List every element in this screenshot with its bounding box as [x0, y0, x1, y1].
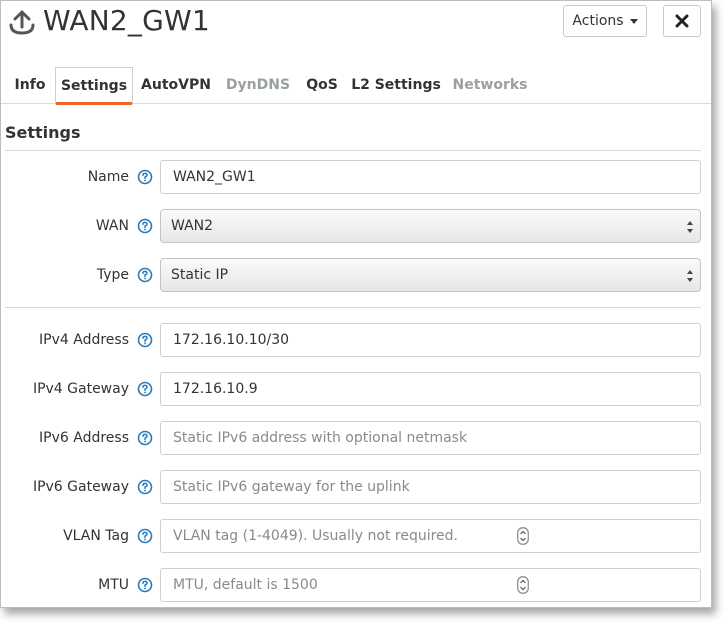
help-circle-icon[interactable] [137, 218, 153, 234]
wan-select-value: WAN2 [171, 218, 214, 234]
form-row-type: Type Static IP [1, 258, 711, 292]
select-arrows-icon [687, 270, 693, 282]
form-row-ipv4-gateway: IPv4 Gateway [1, 372, 711, 406]
help-circle-icon[interactable] [137, 332, 153, 348]
help-circle-icon[interactable] [137, 528, 153, 544]
tab-l2-settings[interactable]: L2 Settings [351, 67, 441, 103]
help-circle-icon[interactable] [137, 479, 153, 495]
tab-label: Info [14, 77, 46, 93]
form-row-wan: WAN WAN2 [1, 209, 711, 243]
close-icon [675, 14, 689, 28]
name-input[interactable] [160, 160, 701, 194]
caret-down-icon [629, 18, 638, 24]
tab-label: AutoVPN [141, 77, 211, 93]
ipv6-address-input[interactable] [160, 421, 701, 455]
form-row-ipv6-gateway: IPv6 Gateway [1, 470, 711, 504]
ipv4-gateway-label: IPv4 Gateway [32, 381, 129, 397]
header: WAN2_GW1 Actions [1, 1, 711, 45]
actions-button-label: Actions [572, 13, 624, 29]
tab-settings[interactable]: Settings [55, 67, 133, 105]
form-row-ipv4-address: IPv4 Address [1, 323, 711, 357]
form-divider [5, 307, 701, 308]
mtu-input[interactable] [160, 568, 701, 602]
tab-label: QoS [306, 77, 338, 93]
tab-bar: Info Settings AutoVPN DynDNS QoS L2 Sett… [1, 63, 711, 105]
vlan-tag-input[interactable] [160, 519, 701, 553]
tab-info[interactable]: Info [9, 67, 51, 103]
spinner-arrows-icon[interactable] [517, 576, 529, 594]
mtu-label: MTU [98, 577, 129, 593]
tab-autovpn[interactable]: AutoVPN [139, 67, 213, 103]
ipv6-address-label: IPv6 Address [39, 430, 129, 446]
type-select-value: Static IP [171, 267, 229, 283]
select-arrows-icon [687, 221, 693, 233]
help-circle-icon[interactable] [137, 169, 153, 185]
ipv4-gateway-input[interactable] [160, 372, 701, 406]
help-circle-icon[interactable] [137, 430, 153, 446]
ipv4-address-input[interactable] [160, 323, 701, 357]
section-title: Settings [5, 123, 81, 142]
ipv6-gateway-input[interactable] [160, 470, 701, 504]
help-circle-icon[interactable] [137, 267, 153, 283]
type-select[interactable]: Static IP [160, 258, 701, 292]
form-row-vlan-tag: VLAN Tag [1, 519, 711, 553]
wan-select[interactable]: WAN2 [160, 209, 701, 243]
close-button[interactable] [663, 5, 701, 37]
help-circle-icon[interactable] [137, 577, 153, 593]
actions-button[interactable]: Actions [563, 5, 647, 37]
uplink-panel: WAN2_GW1 Actions Info Settings AutoVPN D… [0, 0, 712, 608]
tab-dyndns[interactable]: DynDNS [223, 67, 293, 103]
wan-label: WAN [95, 218, 129, 234]
ipv4-address-label: IPv4 Address [39, 332, 129, 348]
ipv6-gateway-label: IPv6 Gateway [32, 479, 129, 495]
tab-label: Networks [452, 77, 528, 93]
section-divider [5, 150, 701, 151]
tab-qos[interactable]: QoS [303, 67, 341, 103]
spinner-arrows-icon[interactable] [517, 527, 529, 545]
tab-label: Settings [60, 78, 128, 94]
form-row-mtu: MTU [1, 568, 711, 602]
tab-networks[interactable]: Networks [449, 67, 531, 103]
vlan-tag-label: VLAN Tag [63, 528, 129, 544]
page-title: WAN2_GW1 [43, 4, 210, 37]
tab-label: DynDNS [225, 77, 291, 93]
form-row-ipv6-address: IPv6 Address [1, 421, 711, 455]
uplink-icon [9, 10, 35, 35]
name-label: Name [87, 169, 129, 185]
help-circle-icon[interactable] [137, 381, 153, 397]
form-row-name: Name [1, 160, 711, 194]
tab-label: L2 Settings [351, 77, 441, 93]
type-label: Type [96, 267, 129, 283]
